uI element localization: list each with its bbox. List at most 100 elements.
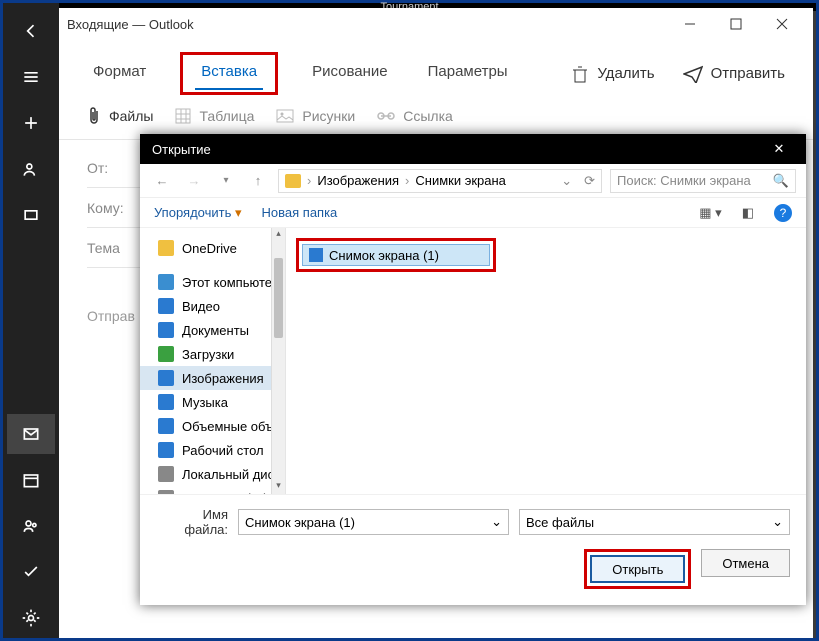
tree-label: Музыка: [182, 395, 228, 410]
crumb-b[interactable]: Снимки экрана: [415, 173, 506, 188]
window-titlebar: Входящие — Outlook: [59, 8, 813, 40]
refresh-icon[interactable]: ⟳: [584, 173, 595, 189]
tree-label: Загрузки: [182, 347, 234, 362]
nav-up-icon[interactable]: ↑: [246, 173, 270, 188]
to-label: Кому:: [87, 200, 137, 216]
ribbon-link-label: Ссылка: [403, 108, 453, 124]
send-label: Отправить: [711, 65, 785, 82]
open-button[interactable]: Открыть: [590, 555, 685, 583]
tree-node-video[interactable]: Видео: [140, 294, 285, 318]
image-file-icon: [309, 248, 323, 262]
breadcrumb[interactable]: › Изображения › Снимки экрана ⌄ ⟳: [278, 169, 602, 193]
table-icon: [175, 108, 191, 124]
tree-label: Видео: [182, 299, 220, 314]
cancel-button[interactable]: Отмена: [701, 549, 790, 577]
menu-icon[interactable]: [7, 57, 55, 97]
filename-combo[interactable]: Снимок экрана (1) ⌄: [238, 509, 509, 535]
file-name: Снимок экрана (1): [329, 248, 439, 263]
dialog-close-icon[interactable]: ✕: [764, 141, 794, 157]
tab-draw[interactable]: Рисование: [306, 57, 394, 90]
tree-label: Рабочий стол: [182, 443, 264, 458]
tree-node-disk[interactable]: Локальный дис: [140, 462, 285, 486]
close-button[interactable]: [759, 8, 805, 40]
search-box[interactable]: Поиск: Снимки экрана 🔍: [610, 169, 796, 193]
tree-label: Документы: [182, 323, 249, 338]
scroll-down-icon[interactable]: ▾: [272, 480, 285, 494]
tree-node-desktop[interactable]: Рабочий стол: [140, 438, 285, 462]
tree-node-docs[interactable]: Документы: [140, 318, 285, 342]
highlight-box-insert: Вставка: [180, 52, 278, 95]
tree-node-downloads[interactable]: Загрузки: [140, 342, 285, 366]
people-icon[interactable]: [7, 149, 55, 189]
chevron-down-icon[interactable]: ⌄: [772, 514, 783, 530]
attach-icon: [87, 107, 101, 125]
ribbon-table-label: Таблица: [199, 108, 254, 124]
highlight-box-file: Снимок экрана (1): [296, 238, 496, 272]
tab-insert[interactable]: Вставка: [195, 57, 263, 90]
ribbon-pictures-label: Рисунки: [302, 108, 355, 124]
delete-label: Удалить: [597, 65, 654, 82]
nav-back-icon[interactable]: ←: [150, 173, 174, 188]
todo-icon[interactable]: [7, 552, 55, 592]
tree-scrollbar[interactable]: ▴▾: [271, 228, 285, 494]
compose-icon[interactable]: [7, 103, 55, 143]
ribbon-files[interactable]: Файлы: [87, 107, 153, 125]
mail-icon[interactable]: [7, 414, 55, 454]
file-item[interactable]: Снимок экрана (1): [302, 244, 490, 266]
ribbon-link[interactable]: Ссылка: [377, 108, 453, 124]
filter-value: Все файлы: [526, 515, 594, 530]
scroll-up-icon[interactable]: ▴: [272, 228, 285, 242]
tab-options[interactable]: Параметры: [422, 57, 514, 90]
rect-icon[interactable]: [7, 195, 55, 235]
help-icon[interactable]: ?: [774, 204, 792, 222]
crumb-a[interactable]: Изображения: [317, 173, 399, 188]
preview-pane-icon[interactable]: ◧: [742, 205, 754, 221]
dialog-titlebar: Открытие ✕: [140, 134, 806, 164]
calendar-icon[interactable]: [7, 460, 55, 500]
window-title: Входящие — Outlook: [67, 17, 667, 32]
tab-format[interactable]: Формат: [87, 57, 152, 90]
tree-label: Локальный дис: [182, 467, 274, 482]
ribbon-table[interactable]: Таблица: [175, 108, 254, 124]
scroll-thumb[interactable]: [274, 258, 283, 338]
contacts-icon[interactable]: [7, 506, 55, 546]
link-icon: [377, 110, 395, 122]
new-folder-button[interactable]: Новая папка: [262, 205, 338, 220]
send-icon: [683, 65, 703, 83]
chevron-down-icon[interactable]: ⌄: [491, 514, 502, 530]
tree-node-pictures[interactable]: Изображения: [140, 366, 285, 390]
tree-label: OneDrive: [182, 241, 237, 256]
file-list[interactable]: Снимок экрана (1): [286, 228, 806, 494]
ribbon-pictures[interactable]: Рисунки: [276, 108, 355, 124]
picture-icon: [276, 109, 294, 123]
file-open-dialog: Открытие ✕ ← → ▾ ↑ › Изображения › Снимк…: [140, 134, 806, 605]
filename-value: Снимок экрана (1): [245, 515, 355, 530]
tree-node-music[interactable]: Музыка: [140, 390, 285, 414]
tree-label: Изображения: [182, 371, 264, 386]
tree-node-pc[interactable]: Этот компьютер: [140, 270, 285, 294]
minimize-button[interactable]: [667, 8, 713, 40]
ribbon-tabs: Формат Вставка Рисование Параметры Удали…: [59, 40, 813, 101]
tree-node-onedrive[interactable]: OneDrive: [140, 236, 285, 260]
nav-forward-icon[interactable]: →: [182, 173, 206, 188]
nav-recent-icon[interactable]: ▾: [214, 175, 238, 186]
tree-label: Programm (D:): [182, 491, 268, 495]
search-icon[interactable]: 🔍: [773, 173, 789, 189]
settings-icon[interactable]: [7, 598, 55, 638]
tree-node-disk[interactable]: Programm (D:): [140, 486, 285, 494]
tree-label: Этот компьютер: [182, 275, 279, 290]
subject-label: Тема: [87, 240, 137, 256]
back-icon[interactable]: [7, 11, 55, 51]
folder-tree: OneDrive Этот компьютер Видео Документы Загр…: [140, 228, 286, 494]
folder-icon: [285, 174, 301, 188]
send-button[interactable]: Отправить: [683, 65, 785, 83]
delete-button[interactable]: Удалить: [571, 65, 654, 83]
crumb-dropdown-icon[interactable]: ⌄: [561, 173, 572, 189]
maximize-button[interactable]: [713, 8, 759, 40]
dialog-nav: ← → ▾ ↑ › Изображения › Снимки экрана ⌄ …: [140, 164, 806, 198]
view-mode-icon[interactable]: ▦ ▾: [699, 205, 721, 221]
dialog-footer: Имя файла: Снимок экрана (1) ⌄ Все файлы…: [140, 494, 806, 605]
tree-node-3d[interactable]: Объемные объ: [140, 414, 285, 438]
sort-button[interactable]: Упорядочить ▾: [154, 205, 242, 221]
filter-combo[interactable]: Все файлы ⌄: [519, 509, 790, 535]
